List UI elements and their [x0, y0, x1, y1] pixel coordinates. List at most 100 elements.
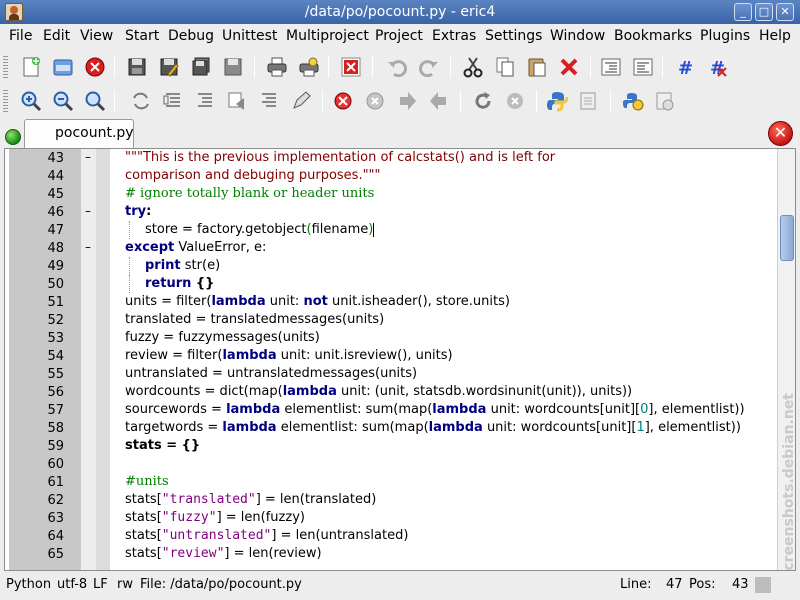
code-line[interactable]: review = filter(lambda unit: unit.isrevi…: [5, 347, 777, 365]
zoom-reset-icon[interactable]: [84, 90, 106, 112]
previous-bookmark-icon[interactable]: [428, 90, 450, 112]
menu-file[interactable]: File: [9, 28, 32, 44]
paste-icon[interactable]: [526, 56, 548, 78]
stop-icon[interactable]: [332, 90, 354, 112]
status-pos-value: 43: [732, 577, 749, 592]
status-encoding: utf-8: [57, 577, 88, 592]
clear-icon[interactable]: [504, 90, 526, 112]
python-run-icon[interactable]: [622, 90, 644, 112]
cut-icon[interactable]: [462, 56, 484, 78]
menu-bookmarks[interactable]: Bookmarks: [614, 28, 692, 44]
maximize-icon[interactable]: □: [755, 3, 773, 21]
menu-bar: File Edit View Start Debug Unittest Mult…: [0, 24, 800, 48]
menu-plugins[interactable]: Plugins: [700, 28, 750, 44]
code-line[interactable]: #units: [5, 473, 777, 491]
code-line[interactable]: stats["translated"] = len(translated): [5, 491, 777, 509]
undo-icon[interactable]: [386, 56, 408, 78]
new-file-icon[interactable]: [20, 56, 42, 78]
code-line[interactable]: return {}: [5, 275, 777, 293]
fold-children-icon[interactable]: [194, 90, 216, 112]
code-line[interactable]: stats = {}: [5, 437, 777, 455]
python-icon[interactable]: [546, 90, 568, 112]
code-line[interactable]: stats["untranslated"] = len(untranslated…: [5, 527, 777, 545]
toolbar-separator: [662, 56, 663, 78]
code-line[interactable]: stats["review"] = len(review): [5, 545, 777, 563]
code-line[interactable]: """This is the previous implementation o…: [5, 149, 777, 167]
code-line[interactable]: sourcewords = lambda elementlist: sum(ma…: [5, 401, 777, 419]
goto-brace-icon[interactable]: [258, 90, 280, 112]
goto-line-icon[interactable]: [226, 90, 248, 112]
code-line[interactable]: untranslated = untranslatedmessages(unit…: [5, 365, 777, 383]
uncomment-icon[interactable]: #: [706, 56, 728, 78]
tab-pocount[interactable]: pocount.py: [24, 119, 134, 148]
menu-edit[interactable]: Edit: [43, 28, 70, 44]
code-line[interactable]: comparison and debuging purposes.""": [5, 167, 777, 185]
menu-settings[interactable]: Settings: [485, 28, 542, 44]
code-line-current[interactable]: store = factory.getobject(filename): [5, 221, 777, 239]
redo-icon[interactable]: [418, 56, 440, 78]
menu-window[interactable]: Window: [550, 28, 605, 44]
code-line[interactable]: try:: [5, 203, 777, 221]
code-line[interactable]: [5, 455, 777, 473]
code-line[interactable]: stats["fuzzy"] = len(fuzzy): [5, 509, 777, 527]
close-file-icon[interactable]: [84, 56, 106, 78]
save-icon[interactable]: [126, 56, 148, 78]
code-line[interactable]: wordcounts = dict(map(lambda unit: (unit…: [5, 383, 777, 401]
next-bookmark-icon[interactable]: [396, 90, 418, 112]
indent-guide: [129, 257, 130, 275]
bookmark-clear-icon[interactable]: [364, 90, 386, 112]
open-file-icon[interactable]: [52, 56, 74, 78]
print-icon[interactable]: [266, 56, 288, 78]
code-line[interactable]: targetwords = lambda elementlist: sum(ma…: [5, 419, 777, 437]
reload-icon[interactable]: [472, 90, 494, 112]
menu-extras[interactable]: Extras: [432, 28, 476, 44]
delete-icon[interactable]: [558, 56, 580, 78]
menu-multiproject[interactable]: Multiproject: [286, 28, 369, 44]
comment-icon[interactable]: #: [674, 56, 696, 78]
minimize-icon[interactable]: _: [734, 3, 752, 21]
status-language: Python: [6, 577, 52, 592]
toolbar-separator: [322, 90, 323, 112]
copy-icon[interactable]: [494, 56, 516, 78]
toolbar-grip[interactable]: [3, 90, 8, 112]
toolbar-grip[interactable]: [3, 56, 8, 78]
unindent-icon[interactable]: [632, 56, 654, 78]
code-line[interactable]: except ValueError, e:: [5, 239, 777, 257]
zoom-out-icon[interactable]: [52, 90, 74, 112]
code-line[interactable]: print str(e): [5, 257, 777, 275]
title-bar: /data/po/pocount.py - eric4 _ □ ✕: [0, 0, 800, 24]
close-tab-icon[interactable]: ✕: [768, 121, 793, 146]
menu-unittest[interactable]: Unittest: [222, 28, 277, 44]
toolbar-separator: [114, 56, 115, 78]
print-preview-icon[interactable]: [298, 56, 320, 78]
indent-guide: [129, 275, 130, 293]
menu-debug[interactable]: Debug: [168, 28, 214, 44]
text-cursor: [373, 222, 375, 237]
status-file: File: /data/po/pocount.py: [140, 577, 302, 592]
status-eol: LF: [93, 577, 108, 592]
close-window-icon[interactable]: ✕: [776, 3, 794, 21]
code-line[interactable]: translated = translatedmessages(units): [5, 311, 777, 329]
save-all-icon[interactable]: [190, 56, 212, 78]
save-copy-icon[interactable]: [222, 56, 244, 78]
toolbar-separator: [450, 56, 451, 78]
code-line[interactable]: units = filter(lambda unit: not unit.ish…: [5, 293, 777, 311]
scrollbar-thumb[interactable]: [780, 215, 794, 261]
python-check-icon[interactable]: [578, 90, 600, 112]
close-all-icon[interactable]: [340, 56, 362, 78]
edit-icon[interactable]: [290, 90, 312, 112]
coverage-icon[interactable]: [654, 90, 676, 112]
toggle-fold-icon[interactable]: [130, 90, 152, 112]
fold-all-icon[interactable]: [162, 90, 184, 112]
save-as-icon[interactable]: [158, 56, 180, 78]
menu-help[interactable]: Help: [759, 28, 791, 44]
menu-start[interactable]: Start: [125, 28, 159, 44]
code-editor[interactable]: 43–44 45 46–47 48–49 50 51 52 53 54 55 56 57 58 59 60 6…: [4, 148, 796, 571]
menu-project[interactable]: Project: [375, 28, 423, 44]
zoom-in-icon[interactable]: [20, 90, 42, 112]
indent-icon[interactable]: [600, 56, 622, 78]
code-line[interactable]: fuzzy = fuzzymessages(units): [5, 329, 777, 347]
indent-guide: [129, 221, 130, 239]
code-line[interactable]: # ignore totally blank or header units: [5, 185, 777, 203]
menu-view[interactable]: View: [80, 28, 113, 44]
